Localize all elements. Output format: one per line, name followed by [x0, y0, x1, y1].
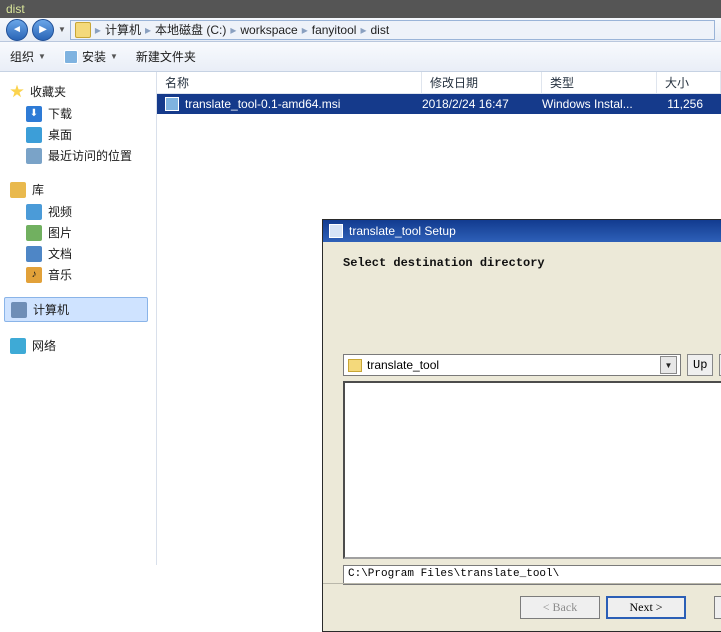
video-icon [26, 204, 42, 220]
download-icon: ⬇ [26, 106, 42, 122]
desktop-icon [26, 127, 42, 143]
col-size[interactable]: 大小 [657, 72, 721, 93]
file-type: Windows Instal... [542, 97, 657, 111]
chevron-down-icon: ▼ [110, 52, 118, 61]
window-titlebar: dist [0, 0, 721, 18]
file-row-selected[interactable]: translate_tool-0.1-amd64.msi 2018/2/24 1… [157, 94, 721, 114]
combo-dropdown-icon[interactable]: ▼ [660, 356, 677, 374]
file-pane: 名称 修改日期 类型 大小 translate_tool-0.1-amd64.m… [157, 72, 721, 565]
column-headers: 名称 修改日期 类型 大小 [157, 72, 721, 94]
sidebar-item-recent[interactable]: 最近访问的位置 [4, 145, 152, 166]
breadcrumb-sep: ▸ [302, 23, 308, 37]
music-icon: ♪ [26, 267, 42, 283]
next-button[interactable]: Next > [606, 596, 686, 619]
breadcrumb-sep: ▸ [230, 23, 236, 37]
toolbar-new-folder[interactable]: 新建文件夹 [136, 48, 196, 65]
col-type[interactable]: 类型 [542, 72, 657, 93]
sidebar-item-downloads[interactable]: ⬇下载 [4, 103, 152, 124]
sidebar-item-desktop[interactable]: 桌面 [4, 124, 152, 145]
dialog-heading: Select destination directory [343, 256, 545, 270]
sidebar-network[interactable]: 网络 [4, 334, 152, 357]
sidebar: 收藏夹 ⬇下载 桌面 最近访问的位置 库 视频 图片 文档 ♪音乐 计算机 网络 [0, 72, 157, 565]
dialog-titlebar[interactable]: translate_tool Setup X [323, 220, 721, 242]
breadcrumb-seg-computer[interactable]: 计算机 [105, 21, 141, 38]
installer-icon [329, 224, 343, 238]
breadcrumb-seg-drive[interactable]: 本地磁盘 (C:) [155, 21, 226, 38]
recent-icon [26, 148, 42, 164]
breadcrumb-seg-dist[interactable]: dist [370, 23, 389, 37]
folder-icon [75, 22, 91, 38]
breadcrumb-seg-fanyitool[interactable]: fanyitool [312, 23, 357, 37]
history-dropdown-icon[interactable]: ▼ [58, 25, 66, 34]
directory-listbox[interactable] [343, 381, 721, 559]
computer-icon [11, 302, 27, 318]
toolbar-install[interactable]: 安装▼ [64, 48, 118, 65]
sidebar-item-pictures[interactable]: 图片 [4, 222, 152, 243]
destination-combo[interactable]: translate_tool ▼ [343, 354, 681, 376]
breadcrumb-sep: ▸ [145, 23, 151, 37]
breadcrumb[interactable]: ▸ 计算机 ▸ 本地磁盘 (C:) ▸ workspace ▸ fanyitoo… [70, 20, 715, 40]
chevron-down-icon: ▼ [38, 52, 46, 61]
setup-dialog: translate_tool Setup X Select destinatio… [322, 219, 721, 632]
sidebar-item-music[interactable]: ♪音乐 [4, 264, 152, 285]
pictures-icon [26, 225, 42, 241]
sidebar-favorites[interactable]: 收藏夹 [4, 80, 152, 103]
breadcrumb-sep: ▸ [95, 23, 101, 37]
col-name[interactable]: 名称 [157, 72, 422, 93]
breadcrumb-seg-workspace[interactable]: workspace [240, 23, 297, 37]
install-path-field[interactable]: C:\Program Files\translate_tool\ [343, 565, 721, 585]
nav-row: ◄ ▶ ▼ ▸ 计算机 ▸ 本地磁盘 (C:) ▸ workspace ▸ fa… [0, 18, 721, 42]
window-title: dist [6, 2, 25, 16]
toolbar-organize[interactable]: 组织▼ [10, 48, 46, 65]
file-name: translate_tool-0.1-amd64.msi [185, 97, 340, 111]
file-size: 11,256 [657, 97, 721, 111]
dialog-title: translate_tool Setup [349, 224, 456, 238]
documents-icon [26, 246, 42, 262]
network-icon [10, 338, 26, 354]
star-icon [10, 85, 24, 99]
explorer-toolbar: 组织▼ 安装▼ 新建文件夹 [0, 42, 721, 72]
installer-icon [64, 50, 78, 64]
sidebar-item-videos[interactable]: 视频 [4, 201, 152, 222]
combo-value: translate_tool [367, 358, 439, 372]
breadcrumb-sep: ▸ [360, 23, 366, 37]
folder-icon [348, 359, 362, 372]
back-button[interactable]: ◄ [6, 19, 28, 41]
msi-icon [165, 97, 179, 111]
back-button: < Back [520, 596, 600, 619]
sidebar-item-documents[interactable]: 文档 [4, 243, 152, 264]
sidebar-computer[interactable]: 计算机 [4, 297, 148, 322]
file-date: 2018/2/24 16:47 [422, 97, 542, 111]
libraries-icon [10, 182, 26, 198]
col-date[interactable]: 修改日期 [422, 72, 542, 93]
cancel-button[interactable]: Cancel [714, 596, 721, 619]
up-button[interactable]: Up [687, 354, 713, 376]
dialog-button-row: < Back Next > Cancel [323, 583, 721, 631]
sidebar-libraries[interactable]: 库 [4, 178, 152, 201]
forward-button[interactable]: ▶ [32, 19, 54, 41]
